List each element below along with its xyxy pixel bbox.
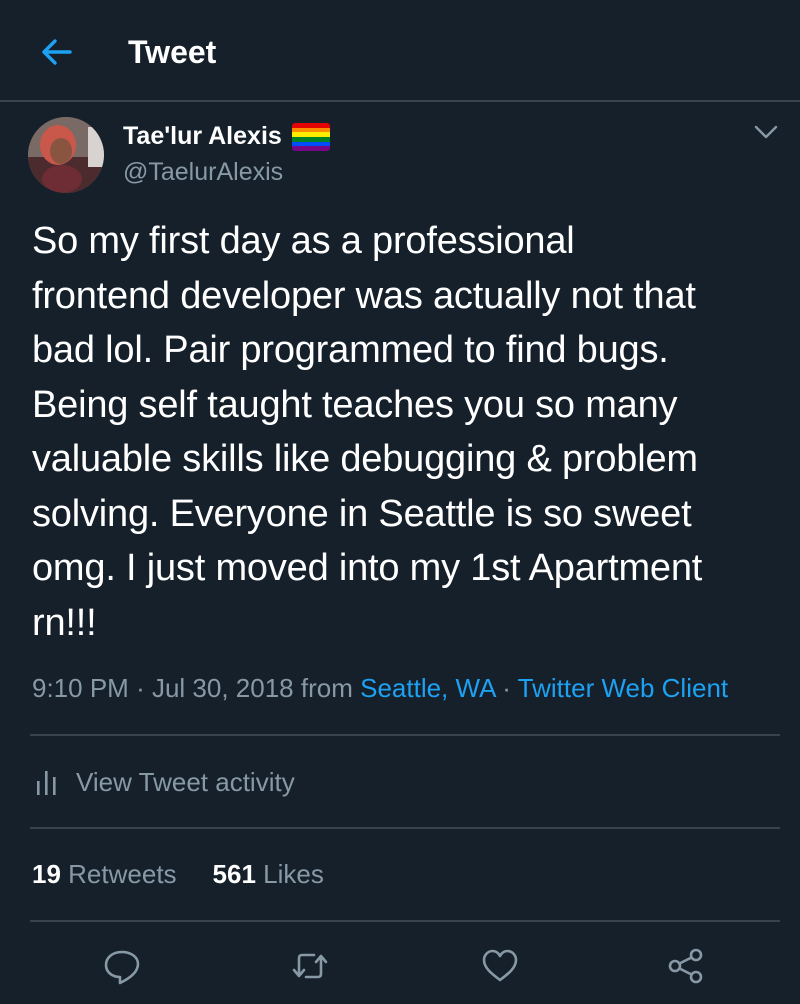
tweet-stats: 19 Retweets 561 Likes [32,856,360,892]
client-link[interactable]: Twitter Web Client [518,673,728,703]
tweet-time: 9:10 PM [32,673,129,703]
retweets-label: Retweets [68,859,177,889]
reply-icon[interactable] [102,946,142,986]
activity-label: View Tweet activity [76,767,295,797]
tweet-line: solving. Everyone in Seattle is so sweet [32,492,692,535]
tweet-line: rn!!! [32,601,97,644]
tweet-line: So my first day as a professional [32,220,575,262]
author-handle[interactable]: @TaelurAlexis [123,156,283,188]
meta-separator: · [136,673,145,703]
retweets-stat[interactable]: 19 Retweets [32,856,177,892]
tweet-line: omg. I just moved into my 1st Apartment [32,547,703,589]
meta-separator: · [502,673,511,703]
tweet-line: valuable skills like debugging & problem [32,438,698,480]
location-link[interactable]: Seattle, WA [360,673,495,703]
flag-stripe [292,146,330,151]
top-bar: Tweet [0,0,800,102]
avatar[interactable] [28,117,104,193]
likes-stat[interactable]: 561 Likes [213,856,324,892]
bar-chart-icon [37,771,56,795]
tweet-line: Being self taught teaches you so many [32,383,678,426]
tweet-line: frontend developer was actually not that [32,274,696,317]
rainbow-flag-icon [290,121,332,153]
divider [30,827,780,829]
tweet-meta: 9:10 PM · Jul 30, 2018 from Seattle, WA … [32,670,728,706]
author-name[interactable]: Tae'lur Alexis [123,120,282,152]
meta-from: from [300,673,353,703]
avatar-image [28,117,104,193]
like-icon[interactable] [480,946,520,986]
arrow-left-icon[interactable] [38,34,74,70]
retweet-icon[interactable] [290,946,330,986]
tweet-line: bad lol. Pair programmed to find bugs. [32,329,669,371]
share-icon[interactable] [666,946,706,986]
tweet-text: So my first day as a professional fronte… [32,214,787,650]
view-tweet-activity-button[interactable]: View Tweet activity [36,764,295,800]
tweet-date: Jul 30, 2018 [151,673,294,703]
page-title: Tweet [128,34,217,70]
divider [30,734,780,736]
likes-label: Likes [263,859,324,889]
divider [30,920,780,922]
likes-count: 561 [212,859,256,889]
retweets-count: 19 [32,859,61,889]
chevron-down-icon[interactable] [752,120,780,144]
